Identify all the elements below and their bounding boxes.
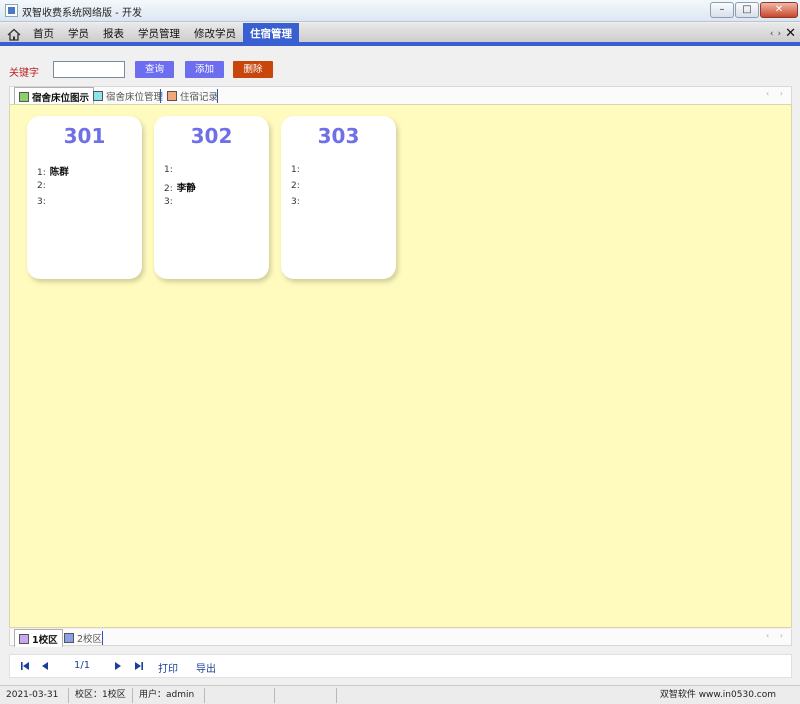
search-toolbar: 关键字 查询 添加 删除: [0, 50, 800, 86]
bed-index: 1:: [164, 165, 173, 175]
bed-slot[interactable]: 3:: [291, 196, 304, 207]
bed-index: 3:: [164, 197, 173, 207]
menu-item[interactable]: 首页: [26, 23, 61, 46]
tab-color-icon: [93, 91, 103, 101]
pager: 1/1 打印 导出: [9, 654, 792, 678]
delete-button[interactable]: 删除: [233, 61, 273, 78]
print-button[interactable]: 打印: [158, 660, 178, 675]
tab-color-icon: [64, 633, 74, 643]
tab-label: 宿舍床位图示: [32, 92, 90, 104]
campus-tab[interactable]: 1校区: [14, 629, 63, 647]
status-date: 2021-03-31: [0, 688, 69, 703]
occupant-name: 李静: [176, 183, 196, 194]
export-button[interactable]: 导出: [196, 660, 216, 675]
room-number: 301: [63, 124, 106, 148]
view-tab[interactable]: 住宿记录: [163, 87, 222, 105]
status-campus: 校区：1校区: [69, 688, 133, 703]
tab-label: 宿舍床位管理: [106, 92, 164, 103]
first-page-icon[interactable]: [20, 661, 30, 671]
room-card[interactable]: 302 1: 2: 李静 3:: [154, 116, 269, 279]
bed-index: 3:: [291, 197, 300, 207]
window-title: 双智收费系统网络版 - 开发: [22, 8, 142, 19]
menu-item[interactable]: 住宿管理: [243, 23, 299, 46]
menu-item[interactable]: 学员管理: [131, 23, 187, 46]
keyword-input[interactable]: [53, 61, 125, 78]
bed-slot[interactable]: 2:: [291, 180, 304, 191]
bed-index: 1:: [291, 165, 300, 175]
tab-color-icon: [19, 633, 29, 644]
last-page-icon[interactable]: [134, 661, 144, 671]
status-bar: 2021-03-31 校区：1校区 用户：admin 双智软件 www.in05…: [0, 685, 800, 704]
bed-slot[interactable]: 3:: [37, 196, 50, 207]
query-button[interactable]: 查询: [135, 61, 174, 78]
add-button[interactable]: 添加: [185, 61, 224, 78]
page-indicator: 1/1: [74, 660, 91, 671]
room-number: 303: [317, 124, 360, 148]
tab-color-icon: [167, 91, 177, 101]
close-window-button[interactable]: ✕: [760, 2, 798, 18]
menu-item[interactable]: 报表: [96, 23, 131, 46]
prev-page-icon[interactable]: [40, 661, 50, 671]
title-bar: 双智收费系统网络版 - 开发 – □ ✕: [0, 0, 800, 22]
tab-label: 1校区: [32, 634, 58, 646]
room-number: 302: [190, 124, 233, 148]
main-menu: 首页 学员 报表 学员管理 修改学员 住宿管理: [26, 23, 299, 46]
bed-index: 1:: [37, 168, 46, 178]
status-empty-2: [275, 688, 337, 703]
occupant-name: 陈群: [49, 167, 69, 178]
keyword-label: 关键字: [9, 68, 39, 79]
room-card[interactable]: 303 1: 2: 3:: [281, 116, 396, 279]
campus-tab[interactable]: 2校区: [60, 629, 106, 647]
tab-scroll-arrows-icon[interactable]: ‹ ›: [766, 89, 787, 98]
tab-separator: [102, 631, 103, 645]
menu-nav: ‹ › ✕: [770, 27, 796, 41]
view-tabs: ‹ › 宿舍床位图示 宿舍床位管理 住宿记录: [9, 86, 792, 105]
view-tab[interactable]: 宿舍床位图示: [14, 87, 95, 105]
bed-slot[interactable]: 2: 李静: [164, 180, 196, 194]
minimize-button[interactable]: –: [710, 2, 734, 18]
menu-bar: 首页 学员 报表 学员管理 修改学员 住宿管理 ‹ › ✕: [0, 23, 800, 46]
bed-slot[interactable]: 1:: [164, 164, 177, 175]
room-card[interactable]: 301 1: 陈群 2: 3:: [27, 116, 142, 279]
bed-slot[interactable]: 1:: [291, 164, 304, 175]
menu-item[interactable]: 修改学员: [187, 23, 243, 46]
next-page-icon[interactable]: [113, 661, 123, 671]
bed-index: 3:: [37, 197, 46, 207]
tab-separator: [217, 89, 218, 103]
status-user: 用户：admin: [133, 688, 205, 703]
chevron-left-icon[interactable]: ‹: [770, 27, 774, 41]
bed-index: 2:: [164, 184, 173, 194]
status-empty-1: [205, 688, 275, 703]
bed-index: 2:: [291, 181, 300, 191]
tab-separator: [160, 89, 161, 103]
tab-label: 住宿记录: [180, 92, 219, 103]
maximize-button[interactable]: □: [735, 2, 759, 18]
bed-slot[interactable]: 3:: [164, 196, 177, 207]
bed-slot[interactable]: 2:: [37, 180, 50, 191]
close-tab-icon[interactable]: ✕: [785, 27, 796, 41]
view-tab[interactable]: 宿舍床位管理: [89, 87, 167, 105]
chevron-right-icon[interactable]: ›: [777, 27, 781, 41]
campus-scroll-arrows-icon[interactable]: ‹ ›: [766, 631, 787, 640]
menu-item[interactable]: 学员: [61, 23, 96, 46]
bed-index: 2:: [37, 181, 46, 191]
tab-color-icon: [19, 91, 29, 102]
campus-tabs: ‹ › 1校区 2校区: [9, 629, 792, 647]
dorm-bed-map: 301 1: 陈群 2: 3: 302 1: 2: 李静 3: 303 1: 2: 3:: [9, 104, 792, 628]
status-company: 双智软件 www.in0530.com: [659, 690, 776, 700]
app-icon: [5, 4, 18, 17]
bed-slot[interactable]: 1: 陈群: [37, 164, 69, 178]
home-icon[interactable]: [7, 28, 21, 41]
tab-label: 2校区: [77, 634, 103, 645]
window-controls: – □ ✕: [710, 2, 798, 18]
